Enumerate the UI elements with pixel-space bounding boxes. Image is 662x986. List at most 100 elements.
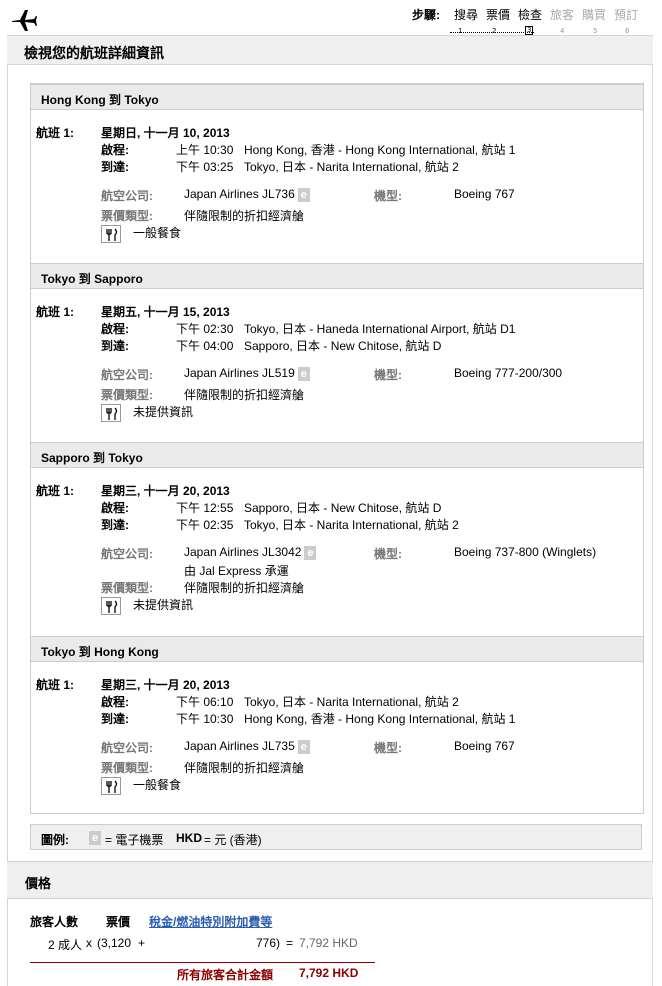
fare-type-label: 票價類型: xyxy=(101,388,153,402)
airline-value: Japan Airlines JL519 e xyxy=(184,366,310,381)
flight-date: 星期三, 十一月 20, 2013 xyxy=(101,484,230,498)
fare-type-label: 票價類型: xyxy=(101,761,153,775)
arrive-time: 下午 04:00 xyxy=(176,339,234,353)
arrive-label: 到達: xyxy=(101,339,129,353)
plus-sign: + xyxy=(138,936,146,950)
e-ticket-icon: e xyxy=(89,830,101,845)
segment-route: Sapporo 到 Tokyo xyxy=(41,451,143,465)
page-title-bar: 檢視您的航班詳細資訊 xyxy=(7,35,653,65)
e-ticket-icon: e xyxy=(304,545,317,560)
step-purchase: 購買 xyxy=(582,8,607,22)
progress-steps: 步驟: 搜尋 票價 檢查 旅客 購買 預訂 1 2 3 4 5 6 xyxy=(412,6,658,35)
arrive-time: 下午 02:35 xyxy=(176,518,234,532)
legend-bar: 圖例: e = 電子機票 HKD = 元 (香港) xyxy=(30,824,642,850)
depart-time: 下午 12:55 xyxy=(176,501,234,515)
e-badge: e xyxy=(89,830,101,845)
depart-label: 啟程: xyxy=(101,501,129,515)
depart-place: Tokyo, 日本 - Narita International, 航站 2 xyxy=(244,695,459,709)
meal-value: 一般餐食 xyxy=(133,778,182,792)
fare-type-value: 伴隨限制的折扣經濟艙 xyxy=(184,761,305,775)
meal-value: 未提供資訊 xyxy=(133,598,194,612)
step-num-5: 5 xyxy=(593,27,598,35)
flight-label: 航班 1: xyxy=(36,484,75,498)
legend-e-text: = 電子機票 xyxy=(105,833,164,847)
price-title: 價格 xyxy=(25,876,52,891)
step-progress-bar: 1 2 3 4 5 6 xyxy=(450,26,655,35)
col-fare: 票價 xyxy=(106,915,131,929)
flight-label: 航班 1: xyxy=(36,678,75,692)
price-section-header: 價格 xyxy=(7,861,653,899)
step-fare[interactable]: 票價 xyxy=(486,6,510,23)
airline-label: 航空公司: xyxy=(101,368,153,382)
step-book: 預訂 xyxy=(614,8,639,22)
e-ticket-icon: e xyxy=(297,187,310,202)
total-label: 所有旅客合計金額 xyxy=(177,968,274,982)
fare-type-value: 伴隨限制的折扣經濟艙 xyxy=(184,209,305,223)
tax-info-link[interactable]: 稅金/燃油特別附加費等 xyxy=(149,913,272,930)
meal-icon xyxy=(101,225,121,243)
steps-label: 步驟: xyxy=(412,8,440,22)
depart-time: 下午 06:10 xyxy=(176,695,234,709)
total-divider xyxy=(30,962,375,963)
airline-value: Japan Airlines JL736 e xyxy=(184,187,310,202)
meal-icon xyxy=(101,597,121,615)
segment-route: Hong Kong 到 Tokyo xyxy=(41,93,159,107)
airline-name: Japan Airlines JL3042 xyxy=(184,545,302,559)
col-travelers: 旅客人數 xyxy=(30,915,79,929)
depart-place: Hong Kong, 香港 - Hong Kong International,… xyxy=(244,143,516,157)
arrive-time: 下午 10:30 xyxy=(176,712,234,726)
depart-label: 啟程: xyxy=(101,322,129,336)
arrive-place: Tokyo, 日本 - Narita International, 航站 2 xyxy=(244,160,459,174)
e-ticket-icon: e xyxy=(297,366,310,381)
page-title: 檢視您的航班詳細資訊 xyxy=(24,45,164,61)
arrive-time: 下午 03:25 xyxy=(176,160,234,174)
step-travelers: 旅客 xyxy=(550,8,575,22)
depart-place: Tokyo, 日本 - Haneda International Airport… xyxy=(244,322,516,336)
step-num-2: 2 xyxy=(492,27,497,35)
step-num-1: 1 xyxy=(458,27,463,35)
meal-icon xyxy=(101,404,121,422)
depart-place: Sapporo, 日本 - New Chitose, 航站 D xyxy=(244,501,442,515)
airline-label: 航空公司: xyxy=(101,547,153,561)
airplane-icon xyxy=(10,8,38,32)
depart-label: 啟程: xyxy=(101,143,129,157)
airline-name: Japan Airlines JL735 xyxy=(184,739,295,753)
legend-label: 圖例: xyxy=(41,833,69,847)
fare-type-value: 伴隨限制的折扣經濟艙 xyxy=(184,388,305,402)
e-ticket-icon: e xyxy=(297,739,310,754)
arrive-place: Sapporo, 日本 - New Chitose, 航站 D xyxy=(244,339,442,353)
travelers-count: 2 成人 xyxy=(48,938,83,952)
segment-route: Tokyo 到 Sapporo xyxy=(41,272,143,286)
legend-currency-code: HKD xyxy=(176,831,202,845)
legend-currency-text: = 元 (香港) xyxy=(204,833,262,847)
segment-route: Tokyo 到 Hong Kong xyxy=(41,645,159,659)
step-num-3: 3 xyxy=(525,26,534,35)
flight-date: 星期日, 十一月 10, 2013 xyxy=(101,126,230,140)
step-num-4: 4 xyxy=(560,27,565,35)
arrive-place: Tokyo, 日本 - Narita International, 航站 2 xyxy=(244,518,459,532)
step-search[interactable]: 搜尋 xyxy=(454,6,478,23)
tax-amount: 776) xyxy=(256,936,281,950)
segment-3-header: Sapporo 到 Tokyo xyxy=(31,442,643,468)
aircraft-label: 機型: xyxy=(374,368,402,382)
equals-sign: = xyxy=(286,936,294,950)
segment-1-header: Hong Kong 到 Tokyo xyxy=(31,84,643,110)
arrive-label: 到達: xyxy=(101,160,129,174)
aircraft-label: 機型: xyxy=(374,547,402,561)
flight-label: 航班 1: xyxy=(36,305,75,319)
depart-label: 啟程: xyxy=(101,695,129,709)
fare-type-value: 伴隨限制的折扣經濟艙 xyxy=(184,581,305,595)
segment-4-header: Tokyo 到 Hong Kong xyxy=(31,636,643,662)
arrive-label: 到達: xyxy=(101,712,129,726)
airline-value: Japan Airlines JL3042 e xyxy=(184,545,317,560)
meal-icon xyxy=(101,777,121,795)
aircraft-value: Boeing 767 xyxy=(454,187,515,201)
aircraft-value: Boeing 737-800 (Winglets) xyxy=(454,545,597,559)
step-review: 檢查 xyxy=(518,8,543,22)
meal-value: 未提供資訊 xyxy=(133,405,194,419)
fare-type-label: 票價類型: xyxy=(101,581,153,595)
aircraft-label: 機型: xyxy=(374,189,402,203)
airline-label: 航空公司: xyxy=(101,741,153,755)
airline-label: 航空公司: xyxy=(101,189,153,203)
step-num-6: 6 xyxy=(625,27,630,35)
